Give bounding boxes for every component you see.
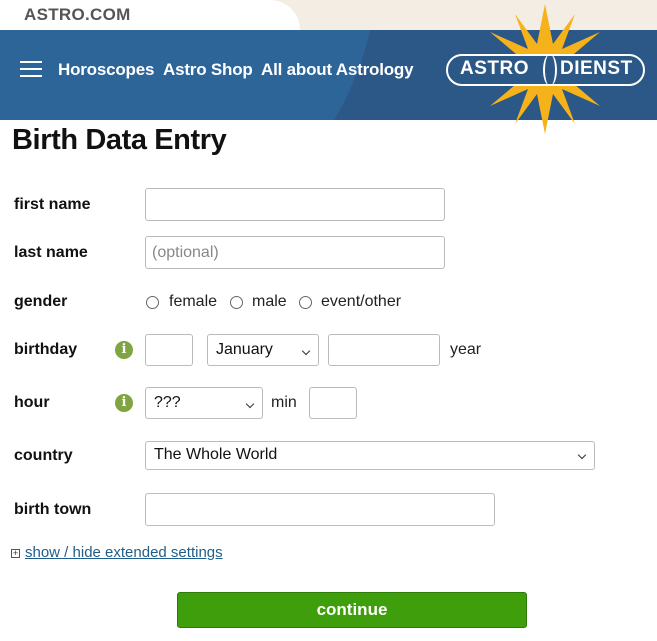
nav-link-astro-shop[interactable]: Astro Shop [163,60,253,80]
birth-town-label: birth town [14,501,92,518]
hour-label: hour [14,394,50,411]
minute-input[interactable] [309,387,357,419]
menu-icon[interactable] [20,61,42,77]
birth-town-input[interactable] [145,493,495,526]
first-name-label: first name [14,196,91,213]
astrodienst-logo-separator [543,54,557,86]
expand-icon[interactable]: + [11,549,20,558]
first-name-input[interactable] [145,188,445,221]
min-label: min [271,394,297,411]
chevron-down-icon [301,346,311,356]
birthday-info-icon[interactable]: i [115,341,133,359]
last-name-input[interactable] [145,236,445,269]
astrodienst-logo-left: ASTRO [460,58,529,79]
astrodienst-logo-right: DIENST [560,58,633,79]
birthday-label: birthday [14,341,78,358]
hour-select[interactable]: ??? [145,387,263,419]
birthday-month-value: January [216,341,273,358]
hour-info-icon[interactable]: i [115,394,133,412]
hour-value: ??? [154,394,181,411]
continue-button[interactable]: continue [177,592,527,628]
country-label: country [14,447,73,464]
gender-male-label[interactable]: male [252,293,287,311]
page-title: Birth Data Entry [12,124,227,156]
gender-label: gender [14,293,68,310]
chevron-down-icon [245,399,255,409]
year-label: year [450,341,482,358]
gender-event-other-label[interactable]: event/other [321,293,401,311]
site-logo[interactable]: ASTRO.COM [24,5,131,25]
birthday-year-input[interactable] [328,334,440,366]
gender-female-label[interactable]: female [169,293,217,311]
extended-settings-link[interactable]: show / hide extended settings [25,544,223,561]
gender-male-radio[interactable] [230,296,243,309]
birthday-month-select[interactable]: January [207,334,319,366]
country-value: The Whole World [154,446,278,463]
gender-event-other-radio[interactable] [299,296,312,309]
last-name-label: last name [14,244,88,261]
gender-female-radio[interactable] [146,296,159,309]
nav-link-horoscopes[interactable]: Horoscopes [58,60,154,80]
astrodienst-logo[interactable]: ASTRO DIENST [446,54,645,86]
country-select[interactable]: The Whole World [145,441,595,470]
birthday-day-input[interactable] [145,334,193,366]
nav-link-about-astrology[interactable]: All about Astrology [261,60,414,80]
chevron-down-icon [577,450,587,460]
